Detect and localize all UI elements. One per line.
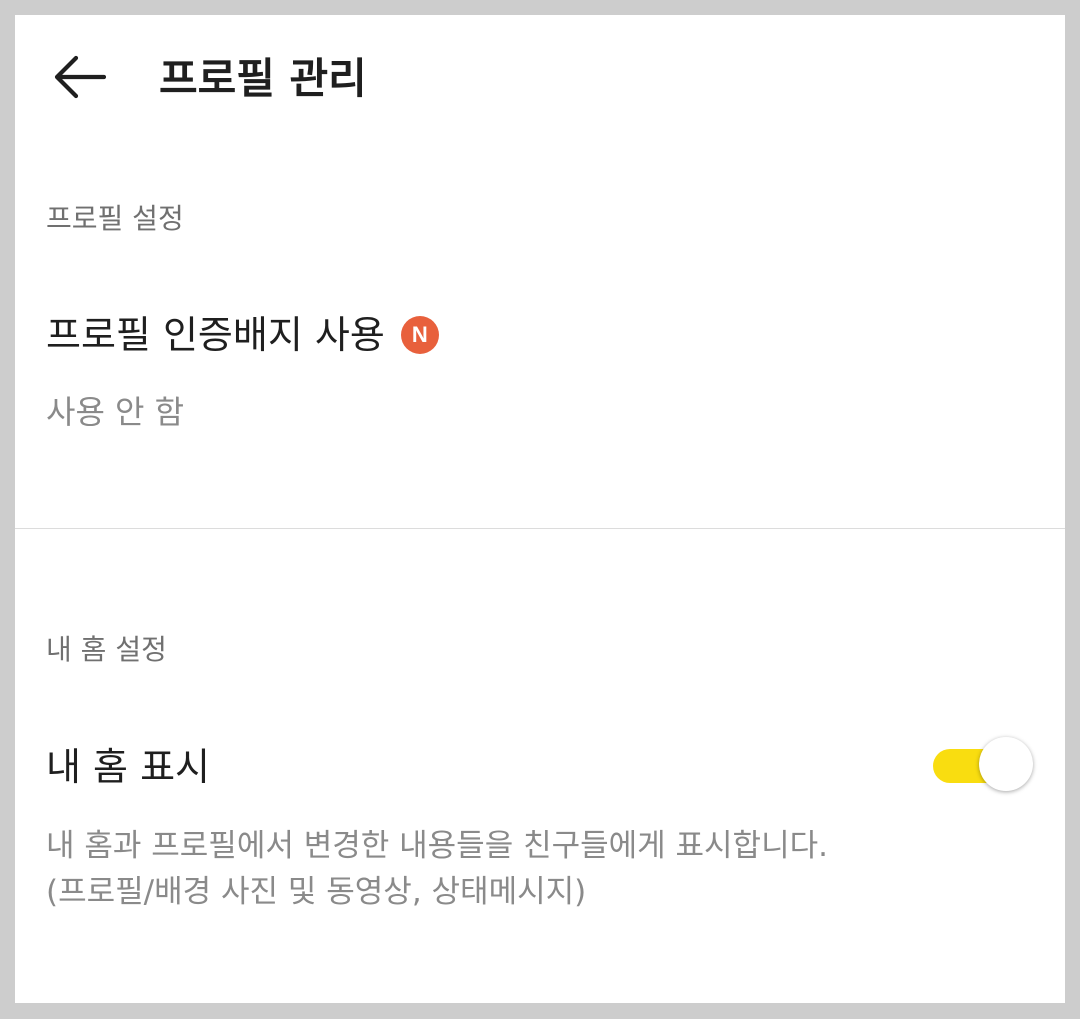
- settings-panel: 프로필 관리 프로필 설정 프로필 인증배지 사용 N 사용 안 함 내 홈 설…: [15, 15, 1065, 1003]
- section-label-home: 내 홈 설정: [46, 633, 167, 666]
- description-line-1: 내 홈과 프로필에서 변경한 내용들을 친구들에게 표시합니다.: [46, 828, 828, 864]
- show-home-toggle[interactable]: [933, 737, 1035, 793]
- arrow-left-icon: [54, 55, 106, 99]
- profile-badge-title: 프로필 인증배지 사용: [46, 313, 385, 357]
- description-line-2: (프로필/배경 사진 및 동영상, 상태메시지): [46, 874, 587, 910]
- page-title: 프로필 관리: [159, 54, 367, 103]
- app-header: 프로필 관리: [15, 15, 1065, 145]
- profile-badge-title-row: 프로필 인증배지 사용 N: [46, 309, 439, 361]
- profile-badge-value: 사용 안 함: [46, 393, 185, 431]
- new-badge: N: [400, 316, 439, 354]
- toggle-knob: [979, 737, 1033, 791]
- profile-badge-setting[interactable]: 프로필 인증배지 사용 N 사용 안 함: [15, 285, 1065, 445]
- section-label-profile: 프로필 설정: [46, 202, 184, 235]
- back-button[interactable]: [45, 47, 115, 107]
- show-home-title: 내 홈 표시: [46, 745, 210, 789]
- show-home-description: 내 홈과 프로필에서 변경한 내용들을 친구들에게 표시합니다. (프로필/배경…: [46, 823, 828, 915]
- section-divider: [15, 528, 1065, 529]
